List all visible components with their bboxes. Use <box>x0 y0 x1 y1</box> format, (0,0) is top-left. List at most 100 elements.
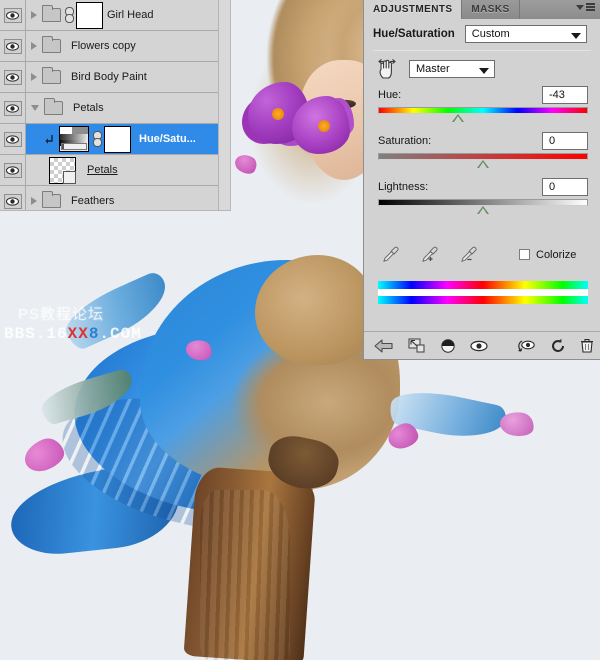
lightness-label: Lightness: <box>378 181 429 193</box>
hue-slider-track[interactable] <box>378 107 588 114</box>
layer-visibility-toggle[interactable] <box>0 93 26 123</box>
table-row[interactable]: Flowers copy <box>0 31 230 62</box>
back-arrow-icon[interactable] <box>374 336 394 356</box>
flower-center-left <box>272 108 284 120</box>
spectrum-bar-gap <box>378 289 588 296</box>
chevron-right-icon[interactable] <box>31 42 37 50</box>
eyedropper-icon[interactable] <box>382 246 399 263</box>
colorize-control[interactable]: Colorize <box>519 249 576 261</box>
layer-row-body[interactable]: Flowers copy <box>26 31 230 61</box>
channel-value: Master <box>416 63 450 75</box>
lightness-slider-group: Lightness: 0 <box>364 171 600 217</box>
hue-slider-handle[interactable] <box>451 114 464 122</box>
bird-head <box>255 255 375 365</box>
chevron-right-icon[interactable] <box>31 73 37 81</box>
hand-scrub-icon[interactable] <box>376 59 398 79</box>
spectrum-bar-bottom <box>378 296 588 304</box>
flower-center-right <box>318 120 330 132</box>
layer-visibility-toggle[interactable] <box>0 31 26 61</box>
chevron-down-icon[interactable] <box>31 105 39 111</box>
table-row[interactable]: Bird Body Paint <box>0 62 230 93</box>
channel-row: Master <box>364 51 600 79</box>
layer-row-body[interactable]: Petals <box>26 155 230 185</box>
layer-visibility-toggle[interactable] <box>0 155 26 185</box>
saturation-label: Saturation: <box>378 135 432 147</box>
layer-row-body[interactable]: Petals <box>26 93 230 123</box>
folder-icon <box>42 67 61 84</box>
adjustment-header: Hue/Saturation Custom <box>364 19 600 43</box>
layer-row-body[interactable]: Bird Body Paint <box>26 62 230 92</box>
saturation-slider-track[interactable] <box>378 153 588 160</box>
preset-dropdown[interactable]: Custom <box>464 25 587 43</box>
channel-dropdown[interactable]: Master <box>409 60 495 78</box>
panel-tab-bar: ADJUSTMENTS MASKS <box>364 0 600 19</box>
lightness-slider-track[interactable] <box>378 199 588 206</box>
layer-visibility-toggle[interactable] <box>0 62 26 92</box>
hue-label: Hue: <box>378 89 402 101</box>
eyedropper-add-icon[interactable] <box>421 246 438 263</box>
clipping-mask-arrow-icon <box>45 134 55 145</box>
link-icon[interactable] <box>93 131 102 147</box>
layer-visibility-toggle[interactable] <box>0 0 26 30</box>
saturation-value-field[interactable]: 0 <box>542 132 588 150</box>
eye-icon <box>3 7 22 23</box>
layer-name: Girl Head <box>107 9 154 21</box>
table-row[interactable]: Feathers <box>0 186 230 210</box>
folder-icon <box>44 98 63 115</box>
layer-thumbnail[interactable] <box>49 156 76 184</box>
layer-row-body[interactable]: Hue/Satu... <box>26 124 230 154</box>
lightness-value-field[interactable]: 0 <box>542 178 588 196</box>
trash-icon[interactable] <box>580 336 594 356</box>
folder-icon <box>42 36 61 53</box>
eye-icon <box>3 131 22 147</box>
preview-eye-icon[interactable] <box>470 336 488 356</box>
saturation-slider-handle[interactable] <box>477 160 489 168</box>
folder-icon <box>42 191 61 208</box>
layer-name: Petals <box>87 164 118 176</box>
chevron-right-icon[interactable] <box>31 11 37 19</box>
layers-scrollbar[interactable] <box>218 0 230 210</box>
eye-icon <box>3 38 22 54</box>
hamburger-icon <box>586 3 595 12</box>
table-row[interactable]: Petals <box>0 155 230 186</box>
hue-value-field[interactable]: -43 <box>542 86 588 104</box>
eye-icon <box>3 193 22 209</box>
tab-adjustments[interactable]: ADJUSTMENTS <box>364 0 463 19</box>
colorize-checkbox[interactable] <box>519 249 530 260</box>
table-row-selected[interactable]: Hue/Satu... <box>0 124 230 155</box>
layer-thumbnail[interactable] <box>76 1 103 29</box>
layer-visibility-toggle[interactable] <box>0 186 26 210</box>
layers-panel[interactable]: Girl Head Flowers copy Bird Body Paint P… <box>0 0 231 211</box>
layer-row-body[interactable]: Girl Head <box>26 0 230 30</box>
tab-masks[interactable]: MASKS <box>462 0 520 19</box>
caret-icon <box>576 5 584 10</box>
expand-view-icon[interactable] <box>408 336 426 356</box>
lightness-slider-handle[interactable] <box>477 206 489 214</box>
layer-mask-thumbnail[interactable] <box>104 125 131 153</box>
hue-slider-group: Hue: -43 <box>364 79 600 125</box>
eye-icon <box>3 69 22 85</box>
eyedropper-tools-row: Colorize <box>364 217 600 263</box>
photoshop-screenshot: PS教程论坛 BBS.16XX8.COM Girl Head Flowers c… <box>0 0 600 660</box>
layer-row-body[interactable]: Feathers <box>26 186 230 210</box>
panel-menu-icon[interactable] <box>576 3 595 12</box>
layer-name: Feathers <box>71 195 115 207</box>
clip-to-layer-icon[interactable] <box>440 336 456 356</box>
link-icon[interactable] <box>65 7 74 23</box>
eye-icon <box>3 100 22 116</box>
chevron-right-icon[interactable] <box>31 197 37 205</box>
table-row[interactable]: Girl Head <box>0 0 230 31</box>
eyedropper-subtract-icon[interactable] <box>460 246 477 263</box>
table-row[interactable]: Petals <box>0 93 230 124</box>
adjustment-thumbnail[interactable] <box>59 126 89 152</box>
chevron-down-icon <box>570 33 581 39</box>
spectrum-bars <box>364 263 600 304</box>
preset-value: Custom <box>471 28 510 40</box>
reset-icon[interactable] <box>550 336 566 356</box>
adjustments-panel[interactable]: ADJUSTMENTS MASKS Hue/Saturation Custom <box>363 0 600 360</box>
view-previous-state-icon[interactable] <box>516 336 536 356</box>
chevron-down-icon <box>479 68 489 74</box>
layer-visibility-toggle[interactable] <box>0 124 26 154</box>
layer-name: Hue/Satu... <box>139 133 196 145</box>
page-title: Hue/Saturation <box>373 28 455 40</box>
